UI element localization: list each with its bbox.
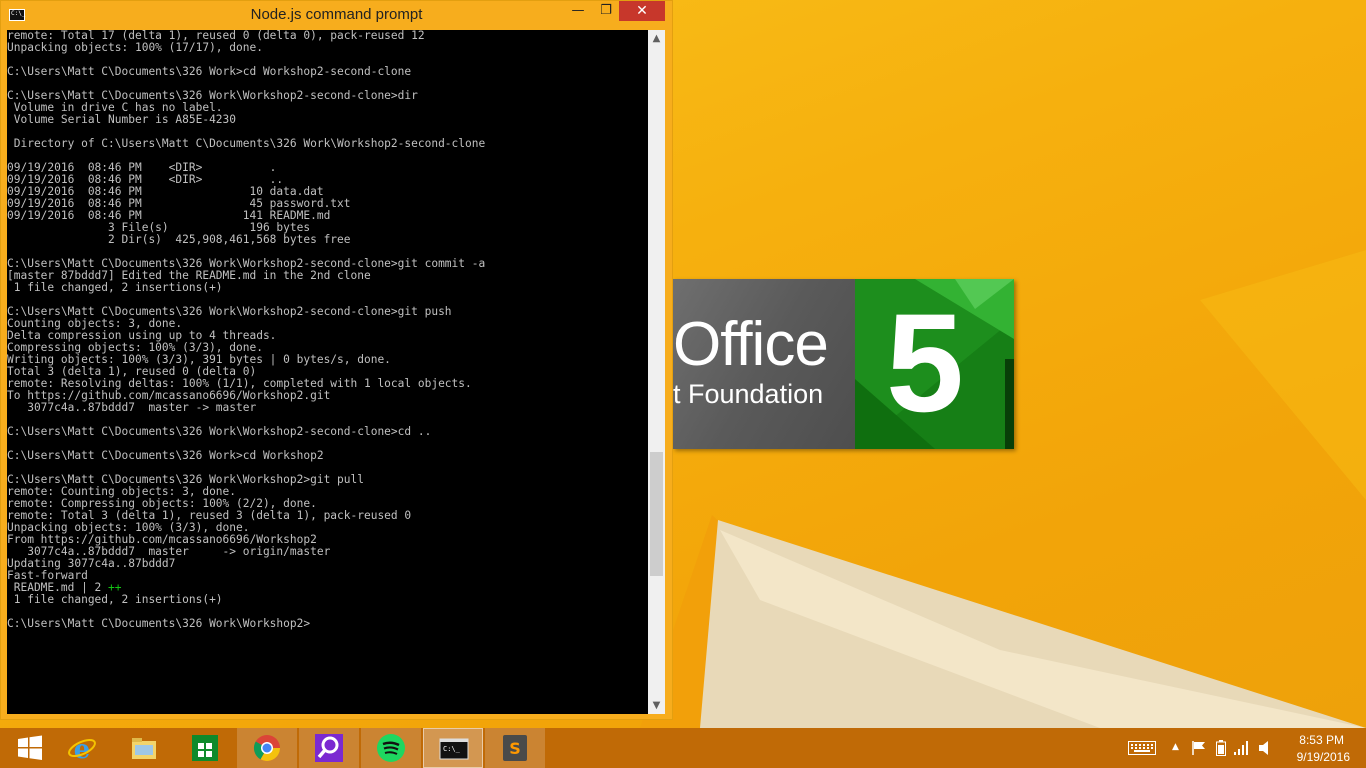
office-tile-grey-panel: Office t Foundation bbox=[673, 279, 855, 449]
taskbar-internet-explorer[interactable]: e bbox=[52, 728, 112, 768]
office-splash-tile: Office t Foundation 5 bbox=[673, 279, 1014, 449]
taskbar: e C:\_ S ▲ 8:53 PM 9/19/2016 bbox=[0, 728, 1366, 768]
chrome-icon bbox=[253, 735, 281, 762]
console-output[interactable]: remote: Total 17 (delta 1), reused 0 (de… bbox=[7, 30, 648, 714]
volume-icon[interactable] bbox=[1259, 740, 1271, 756]
console-line: Unpacking objects: 100% (17/17), done. bbox=[7, 41, 263, 54]
office-word: Office bbox=[673, 310, 829, 379]
console-text: remote: Total 17 (delta 1), reused 0 (de… bbox=[7, 30, 648, 630]
console-line: C:\Users\Matt C\Documents\326 Work\Works… bbox=[7, 425, 432, 438]
cmd-icon: C:\_ bbox=[439, 738, 469, 760]
console-line: Directory of C:\Users\Matt C\Documents\3… bbox=[7, 137, 486, 150]
signal-strength-icon[interactable] bbox=[1233, 740, 1249, 756]
taskbar-file-explorer[interactable] bbox=[114, 728, 174, 768]
close-button[interactable]: ✕ bbox=[619, 1, 665, 21]
taskbar-search-app[interactable] bbox=[299, 728, 359, 768]
taskbar-chrome[interactable] bbox=[237, 728, 297, 768]
console-line: C:\Users\Matt C\Documents\326 Work\Works… bbox=[7, 617, 311, 630]
system-tray: ▲ 8:53 PM 9/19/2016 bbox=[1116, 728, 1366, 768]
console-line: 3077c4a..87bddd7 master -> master bbox=[7, 401, 257, 414]
svg-text:S: S bbox=[509, 739, 521, 758]
taskbar-spotify[interactable] bbox=[361, 728, 421, 768]
minimize-button[interactable]: — bbox=[563, 1, 593, 21]
start-button[interactable] bbox=[0, 728, 60, 768]
clock-time[interactable]: 8:53 PM bbox=[1299, 733, 1344, 747]
action-center-flag-icon[interactable] bbox=[1191, 740, 1207, 756]
console-window: C:\_ Node.js command prompt — ❐ ✕ remote… bbox=[0, 0, 673, 720]
scroll-up-arrow-icon[interactable]: ▲ bbox=[648, 30, 665, 47]
taskbar-sublime-text[interactable]: S bbox=[485, 728, 545, 768]
battery-icon[interactable] bbox=[1216, 740, 1226, 756]
console-line: Volume Serial Number is A85E-4230 bbox=[7, 113, 237, 126]
sublime-icon: S bbox=[503, 735, 527, 761]
office-version-number: 5 bbox=[886, 284, 964, 441]
console-line: 2 Dir(s) 425,908,461,568 bytes free bbox=[7, 233, 351, 246]
file-explorer-icon bbox=[132, 738, 156, 759]
scroll-thumb[interactable] bbox=[650, 452, 663, 576]
console-line: 1 file changed, 2 insertions(+) bbox=[7, 281, 223, 294]
vertical-scrollbar[interactable]: ▲ ▼ bbox=[648, 30, 665, 714]
console-line: 1 file changed, 2 insertions(+) bbox=[7, 593, 223, 606]
keyboard-icon[interactable] bbox=[1128, 741, 1156, 755]
windows-logo-icon bbox=[18, 735, 42, 760]
restore-button[interactable]: ❐ bbox=[591, 1, 621, 21]
store-icon bbox=[192, 735, 218, 761]
internet-explorer-icon: e bbox=[68, 735, 96, 763]
console-line: C:\Users\Matt C\Documents\326 Work>cd Wo… bbox=[7, 65, 412, 78]
window-titlebar[interactable]: C:\_ Node.js command prompt — ❐ ✕ bbox=[1, 1, 672, 30]
console-line: C:\Users\Matt C\Documents\326 Work>cd Wo… bbox=[7, 449, 324, 462]
show-hidden-icons-icon[interactable]: ▲ bbox=[1172, 742, 1179, 752]
magnifier-icon bbox=[315, 734, 343, 762]
clock-date[interactable]: 9/19/2016 bbox=[1297, 750, 1350, 764]
office-subtitle: t Foundation bbox=[673, 379, 824, 409]
taskbar-command-prompt[interactable]: C:\_ bbox=[423, 728, 483, 768]
scroll-down-arrow-icon[interactable]: ▼ bbox=[648, 697, 665, 714]
svg-text:C:\_: C:\_ bbox=[443, 745, 461, 753]
taskbar-windows-store[interactable] bbox=[175, 728, 235, 768]
spotify-icon bbox=[377, 734, 405, 762]
